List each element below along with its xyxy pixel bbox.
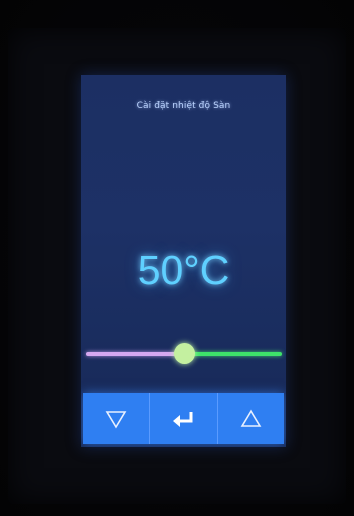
decrease-button[interactable] <box>83 393 151 444</box>
temperature-readout: 50°C <box>137 247 230 293</box>
slider-track-remaining <box>184 352 282 356</box>
enter-arrow-icon <box>173 411 193 427</box>
triangle-up-icon <box>240 408 262 427</box>
temperature-slider[interactable] <box>86 343 282 365</box>
triangle-down-icon <box>105 410 127 429</box>
page-title: Cài đặt nhiệt độ Sàn <box>136 101 231 111</box>
slider-thumb[interactable] <box>174 343 195 364</box>
enter-button[interactable] <box>150 393 218 444</box>
thermostat-screen: Cài đặt nhiệt độ Sàn 50°C <box>81 75 286 447</box>
increase-button[interactable] <box>218 393 284 444</box>
slider-track-filled <box>86 352 184 356</box>
button-bar <box>83 393 284 444</box>
